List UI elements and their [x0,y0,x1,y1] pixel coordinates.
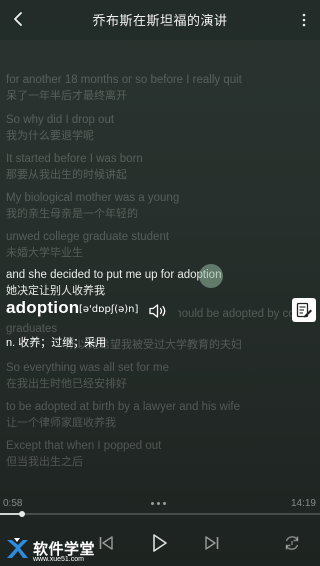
next-button[interactable] [199,530,225,556]
lyric-chinese: 我为什么要退学呢 [6,130,94,142]
back-icon [14,12,22,26]
popup-definition: n. 收养；过继；采用 [6,337,107,349]
note-edit-icon [296,302,312,318]
lyric-chinese: 未婚大学毕业生 [6,247,83,259]
lyric-english: and she decided to put me up for adoptio… [6,269,222,281]
lyric-english: So why did I drop out [6,114,115,126]
watermark-url: www.xue51.com [33,556,84,563]
popup-word: adoption [6,298,80,317]
lyric-chinese: 那要从我出生的时候讲起 [6,169,127,181]
lyric-english: unwed college graduate student [6,231,170,243]
lyric-line[interactable]: It started before I was born 那要从我出生的时候讲起 [6,152,306,183]
lyric-chinese: 我的亲生母亲是一个年轻的 [6,208,138,220]
lyric-line[interactable]: My biological mother was a young 我的亲生母亲是… [6,191,306,222]
site-logo-icon [7,538,28,558]
back-button[interactable] [6,7,30,31]
lyric-english: for another 18 months or so before I rea… [6,74,242,86]
skip-next-icon [205,536,219,550]
add-note-button[interactable] [292,298,316,322]
lyric-english: It started before I was born [6,153,143,165]
word-definition-popup: adoption [ə'dɒpʃ(ə)n] n. 收养；过继；采用 [0,298,320,360]
lyric-chinese: 但当我出生之后 [6,456,83,468]
lyric-line[interactable]: So everything was all set for me 在我出生时他已… [6,361,306,392]
progress-bar[interactable] [0,511,320,517]
loop-button[interactable] [279,530,305,556]
lyric-english: So everything was all set for me [6,362,169,374]
lyric-english: Except that when I popped out [6,440,162,452]
pronounce-button[interactable] [148,303,170,319]
play-icon [153,534,167,552]
page-title: 乔布斯在斯坦福的演讲 [92,13,228,28]
total-time: 14:19 [290,498,316,509]
lyric-line[interactable]: unwed college graduate student 未婚大学毕业生 [6,230,306,261]
lyric-chinese: 她决定让别人收养我 [6,285,105,297]
lyric-chinese: 在我出生时他已经安排好 [6,378,127,390]
page-indicator [151,502,166,505]
more-button[interactable] [294,8,314,32]
lyric-line[interactable]: to be adopted at birth by a lawyer and h… [6,400,306,431]
page-dot [163,502,166,505]
progress-thumb[interactable] [18,511,25,517]
lyric-chinese: 让一个律师家庭收养我 [6,417,116,429]
lyric-english: My biological mother was a young [6,192,180,204]
page-dot [151,502,154,505]
loop-icon [285,536,299,550]
watermark-logo: 软件学堂 www.xue51.com [2,536,112,566]
lyric-chinese: 呆了一年半后才最终离开 [6,90,127,102]
speaker-icon [149,304,166,318]
lyric-english: to be adopted at birth by a lawyer and h… [6,401,240,413]
player-screen: 乔布斯在斯坦福的演讲 for another 18 months or so b… [0,0,320,566]
selected-word-highlight [199,264,223,288]
lyric-line[interactable]: Except that when I popped out 但当我出生之后 [6,439,306,470]
popup-phonetic: [ə'dɒpʃ(ə)n] [79,304,139,315]
page-dot [157,502,160,505]
more-vertical-icon [302,13,306,27]
lyric-line[interactable]: So why did I drop out 我为什么要退学呢 [6,113,306,144]
lyric-line-active[interactable]: and she decided to put me up for adoptio… [6,268,306,299]
play-button[interactable] [146,530,172,556]
current-time: 0:58 [3,498,23,509]
top-bar: 乔布斯在斯坦福的演讲 [0,0,320,40]
lyric-line[interactable]: for another 18 months or so before I rea… [6,73,306,104]
